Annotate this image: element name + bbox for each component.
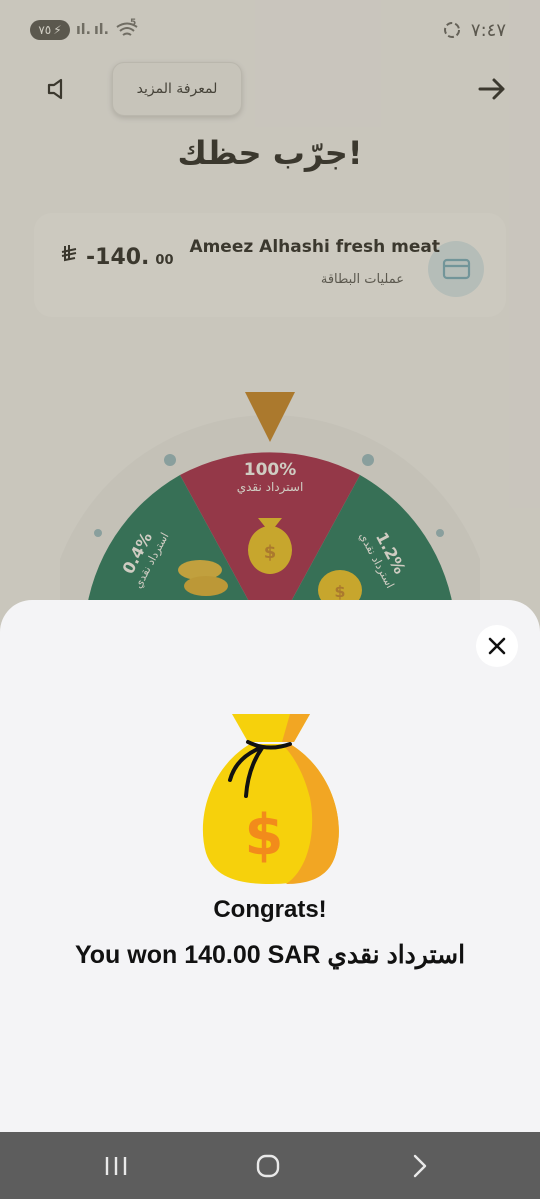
app-screen: ٧٥ ⚡ ıl. ıl. 5 ٧:٤٧ لمعرفة المزيد جرّب ح…: [0, 0, 540, 1199]
home-button[interactable]: [228, 1132, 308, 1199]
home-icon: [256, 1154, 280, 1177]
back-icon: [413, 1154, 427, 1177]
nav-back-button[interactable]: [380, 1132, 460, 1199]
won-message: You won 140.00 SAR استرداد نقدي: [74, 941, 466, 969]
system-nav-bar: [0, 1132, 540, 1199]
result-bottom-sheet: $ Congrats! You won 140.00 SAR استرداد ن…: [0, 600, 540, 1132]
close-button[interactable]: [476, 625, 518, 667]
svg-text:$: $: [245, 803, 284, 868]
close-icon: [488, 637, 506, 655]
recent-apps-button[interactable]: [76, 1132, 156, 1199]
money-bag-icon: $: [202, 714, 339, 884]
recent-apps-icon: [105, 1156, 127, 1175]
congrats-heading: Congrats!: [213, 896, 327, 923]
